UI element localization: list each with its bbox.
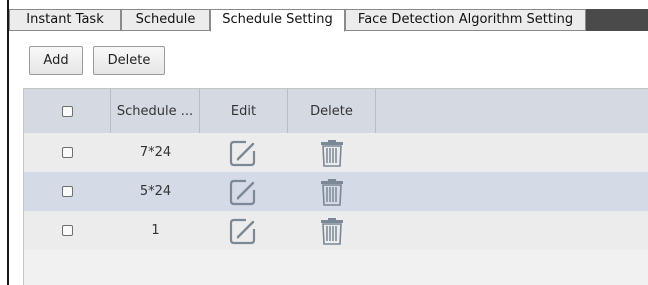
row-select-cell [24,133,111,172]
table-row[interactable]: 7*24 [24,133,648,172]
edit-icon[interactable] [200,172,288,211]
header-filler [376,89,648,133]
table-header: Schedule ... Edit Delete [24,89,648,133]
tab-schedule[interactable]: Schedule [121,9,210,31]
edit-icon[interactable] [200,133,288,172]
row-select-cell [24,211,111,250]
header-delete: Delete [288,89,376,133]
schedule-name: 5*24 [139,184,172,199]
header-schedule-name[interactable]: Schedule ... [111,89,200,133]
column-header-edit: Edit [230,103,257,119]
tab-instant-task[interactable]: Instant Task [9,9,121,31]
schedule-name: 1 [151,223,160,238]
table-row[interactable]: 5*24 [24,172,648,211]
schedule-name-cell: 1 [111,211,200,250]
schedule-name: 7*24 [139,145,172,160]
schedule-table: Schedule ... Edit Delete 7*24 5*24 1 [23,88,648,285]
trash-icon[interactable] [288,133,376,172]
schedule-name-cell: 7*24 [111,133,200,172]
edit-icon[interactable] [200,211,288,250]
select-all-checkbox[interactable] [61,105,73,117]
trash-icon[interactable] [288,172,376,211]
row-filler [376,133,648,172]
header-edit: Edit [200,89,288,133]
row-filler [376,172,648,211]
column-header-schedule: Schedule ... [116,103,194,119]
row-checkbox[interactable] [62,147,73,158]
row-checkbox[interactable] [62,186,73,197]
header-select-all-cell [24,89,111,133]
row-filler [376,211,648,250]
tab-bar: Instant Task Schedule Schedule Setting F… [9,9,648,32]
tab-bar-background [586,9,648,31]
row-checkbox[interactable] [62,225,73,236]
trash-icon[interactable] [288,211,376,250]
row-select-cell [24,172,111,211]
column-header-delete: Delete [310,103,353,119]
add-button[interactable]: Add [29,46,83,75]
table-row[interactable]: 1 [24,211,648,250]
tab-face-detection-algorithm-setting[interactable]: Face Detection Algorithm Setting [345,9,586,31]
schedule-name-cell: 5*24 [111,172,200,211]
window-left-border [7,0,9,285]
delete-button[interactable]: Delete [93,46,165,75]
tab-schedule-setting[interactable]: Schedule Setting [210,9,345,32]
